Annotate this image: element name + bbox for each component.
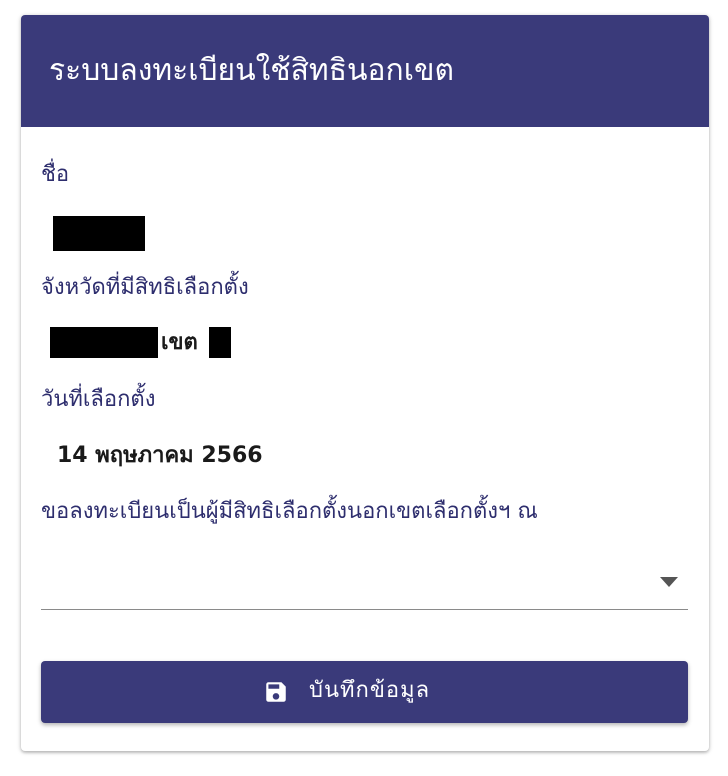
province-redaction: [50, 327, 158, 358]
save-button[interactable]: บันทึกข้อมูล: [41, 661, 688, 723]
location-label: ขอลงทะเบียนเป็นผู้มีสิทธิเลือกตั้งนอกเขต…: [41, 499, 538, 524]
name-label: ชื่อ: [41, 162, 70, 187]
page-title: ระบบลงทะเบียนใช้สิทธินอกเขต: [49, 53, 454, 88]
election-date-value: 14 พฤษภาคม 2566: [57, 443, 263, 468]
save-button-label: บันทึกข้อมูล: [309, 678, 431, 703]
district-redaction: [209, 327, 231, 358]
registration-card: ระบบลงทะเบียนใช้สิทธินอกเขต ชื่อ จังหวัด…: [21, 15, 709, 751]
card-header: ระบบลงทะเบียนใช้สิทธินอกเขต: [21, 15, 709, 127]
floppy-disk-icon: [266, 682, 286, 702]
name-redaction: [53, 216, 145, 251]
location-select[interactable]: [41, 555, 688, 610]
province-label: จังหวัดที่มีสิทธิเลือกตั้ง: [41, 275, 249, 300]
district-text: เขต: [161, 330, 198, 355]
triangle-down-icon: [660, 577, 678, 587]
election-date-label: วันที่เลือกตั้ง: [41, 387, 156, 412]
